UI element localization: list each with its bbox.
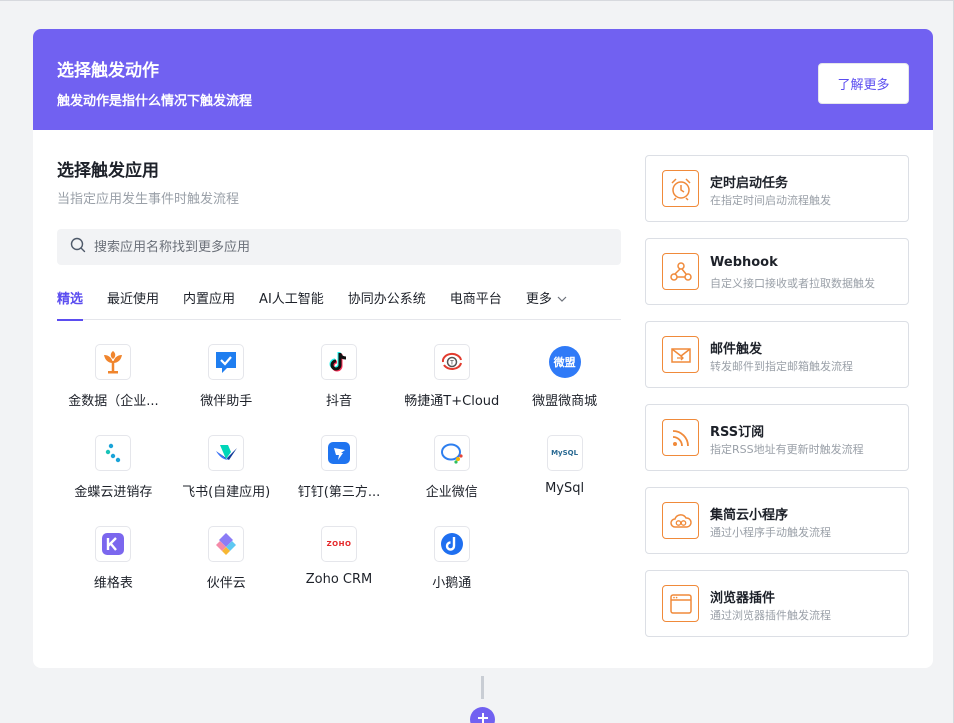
- app-name: Zoho CRM: [305, 572, 373, 587]
- trigger-browser-plugin[interactable]: 浏览器插件 通过浏览器插件触发流程: [645, 570, 909, 637]
- app-name: 企业微信: [425, 485, 478, 500]
- trigger-webhook[interactable]: Webhook 自定义接口接收或者拉取数据触发: [645, 238, 909, 305]
- app-item-dingtalk[interactable]: 钉钉(第三方...: [283, 435, 396, 526]
- zoho-icon: ZOHO: [320, 526, 357, 562]
- trigger-rss[interactable]: RSS订阅 指定RSS地址有更新时触发流程: [645, 404, 909, 471]
- trigger-name: 集简云小程序: [710, 508, 789, 523]
- trigger-name: Webhook: [710, 255, 778, 270]
- app-item-jinshuju[interactable]: 金数据（企业...: [57, 344, 170, 435]
- header-subtitle: 触发动作是指什么情况下触发流程: [57, 94, 253, 109]
- feishu-icon: [208, 435, 245, 471]
- tab-ecommerce[interactable]: 电商平台: [450, 288, 502, 320]
- app-item-feishu[interactable]: 飞书(自建应用): [170, 435, 283, 526]
- app-item-xiaoetong[interactable]: 小鹅通: [395, 526, 508, 617]
- wecom-icon: [433, 435, 470, 471]
- trigger-desc: 通过浏览器插件触发流程: [710, 609, 831, 622]
- trigger-name: RSS订阅: [710, 425, 765, 440]
- xiaoetong-icon: [433, 526, 470, 562]
- jinshuju-icon: [95, 344, 132, 380]
- kingdee-icon: [95, 435, 132, 471]
- weimob-icon: 微盟: [546, 344, 583, 380]
- mysql-icon: MySQL: [546, 435, 583, 471]
- app-name: 钉钉(第三方...: [297, 485, 381, 500]
- tab-recent[interactable]: 最近使用: [107, 288, 159, 320]
- trigger-action-panel: 选择触发动作 触发动作是指什么情况下触发流程 了解更多 选择触发应用 当指定应用…: [33, 29, 933, 668]
- app-item-chanjet[interactable]: T 畅捷通T+Cloud: [395, 344, 508, 435]
- rss-icon: [662, 419, 699, 456]
- app-name: 畅捷通T+Cloud: [404, 394, 500, 409]
- apps-section-subtitle: 当指定应用发生事件时触发流程: [57, 192, 240, 207]
- trigger-desc: 自定义接口接收或者拉取数据触发: [710, 277, 875, 290]
- app-item-mysql[interactable]: MySQL MySql: [508, 435, 621, 526]
- chevron-down-icon: [556, 290, 568, 314]
- app-item-weimob[interactable]: 微盟 微盟微商城: [508, 344, 621, 435]
- apps-section-title: 选择触发应用: [57, 161, 159, 181]
- app-item-vika[interactable]: 维格表: [57, 526, 170, 617]
- add-step-button[interactable]: [470, 707, 495, 723]
- tab-builtin[interactable]: 内置应用: [183, 288, 235, 320]
- huoban-icon: [208, 526, 245, 562]
- app-item-weiban[interactable]: 微伴助手: [170, 344, 283, 435]
- app-item-huoban[interactable]: 伙伴云: [170, 526, 283, 617]
- app-name: 微伴助手: [200, 394, 253, 409]
- app-item-kingdee[interactable]: 金蝶云进销存: [57, 435, 170, 526]
- tab-more[interactable]: 更多: [526, 288, 568, 320]
- app-name: 金数据（企业...: [68, 394, 159, 409]
- tab-featured[interactable]: 精选: [57, 288, 84, 321]
- search-input[interactable]: [94, 239, 594, 255]
- weiban-icon: [208, 344, 245, 380]
- trigger-name: 邮件触发: [710, 342, 763, 357]
- svg-text:T: T: [449, 360, 454, 367]
- cloud-icon: [662, 502, 699, 539]
- learn-more-button[interactable]: 了解更多: [818, 63, 909, 104]
- app-name: 金蝶云进销存: [74, 485, 153, 500]
- panel-header: 选择触发动作 触发动作是指什么情况下触发流程 了解更多: [33, 29, 933, 130]
- plus-icon: [476, 710, 490, 723]
- vika-icon: [95, 526, 132, 562]
- app-item-wecom[interactable]: 企业微信: [395, 435, 508, 526]
- trigger-miniprogram[interactable]: 集简云小程序 通过小程序手动触发流程: [645, 487, 909, 554]
- app-name: 小鹅通: [432, 576, 472, 591]
- trigger-scheduled[interactable]: 定时启动任务 在指定时间启动流程触发: [645, 155, 909, 222]
- trigger-desc: 转发邮件到指定邮箱触发流程: [710, 360, 853, 373]
- tab-ai[interactable]: AI人工智能: [259, 288, 324, 320]
- header-title: 选择触发动作: [57, 61, 159, 81]
- app-grid: 金数据（企业... 微伴助手 抖音 T 畅捷通T+Cloud 微盟 微盟微商城 …: [57, 344, 621, 617]
- webhook-icon: [662, 253, 699, 290]
- weimob-badge: 微盟: [548, 346, 581, 378]
- flow-connector-line: [481, 676, 484, 699]
- trigger-name: 定时启动任务: [710, 176, 789, 191]
- search-icon: [70, 237, 86, 257]
- chanjet-icon: T: [433, 344, 470, 380]
- mysql-badge: MySQL: [551, 449, 579, 457]
- app-name: 伙伴云: [206, 576, 246, 591]
- trigger-name: 浏览器插件: [710, 591, 776, 606]
- trigger-desc: 在指定时间启动流程触发: [710, 194, 831, 207]
- tab-more-label: 更多: [525, 292, 552, 307]
- app-name: 抖音: [325, 394, 352, 409]
- dingtalk-icon: [320, 435, 357, 471]
- app-item-douyin[interactable]: 抖音: [283, 344, 396, 435]
- app-name: 微盟微商城: [532, 394, 598, 409]
- app-name: 飞书(自建应用): [182, 485, 271, 500]
- trigger-desc: 指定RSS地址有更新时触发流程: [710, 443, 864, 456]
- alarm-clock-icon: [662, 170, 699, 207]
- douyin-icon: [320, 344, 357, 380]
- search-box[interactable]: [57, 229, 621, 265]
- trigger-email[interactable]: 邮件触发 转发邮件到指定邮箱触发流程: [645, 321, 909, 388]
- tab-collaboration[interactable]: 协同办公系统: [348, 288, 426, 320]
- mail-icon: [662, 336, 699, 373]
- browser-icon: [662, 585, 699, 622]
- zoho-badge: ZOHO: [326, 540, 352, 548]
- app-item-zoho[interactable]: ZOHO Zoho CRM: [283, 526, 396, 617]
- category-tabs: 精选 最近使用 内置应用 AI人工智能 协同办公系统 电商平台 更多: [57, 288, 621, 321]
- trigger-desc: 通过小程序手动触发流程: [710, 526, 831, 539]
- app-name: 维格表: [93, 576, 133, 591]
- trigger-list: 定时启动任务 在指定时间启动流程触发 Webhook 自定义接口接收或者拉取数据…: [645, 155, 909, 653]
- app-name: MySql: [545, 481, 585, 496]
